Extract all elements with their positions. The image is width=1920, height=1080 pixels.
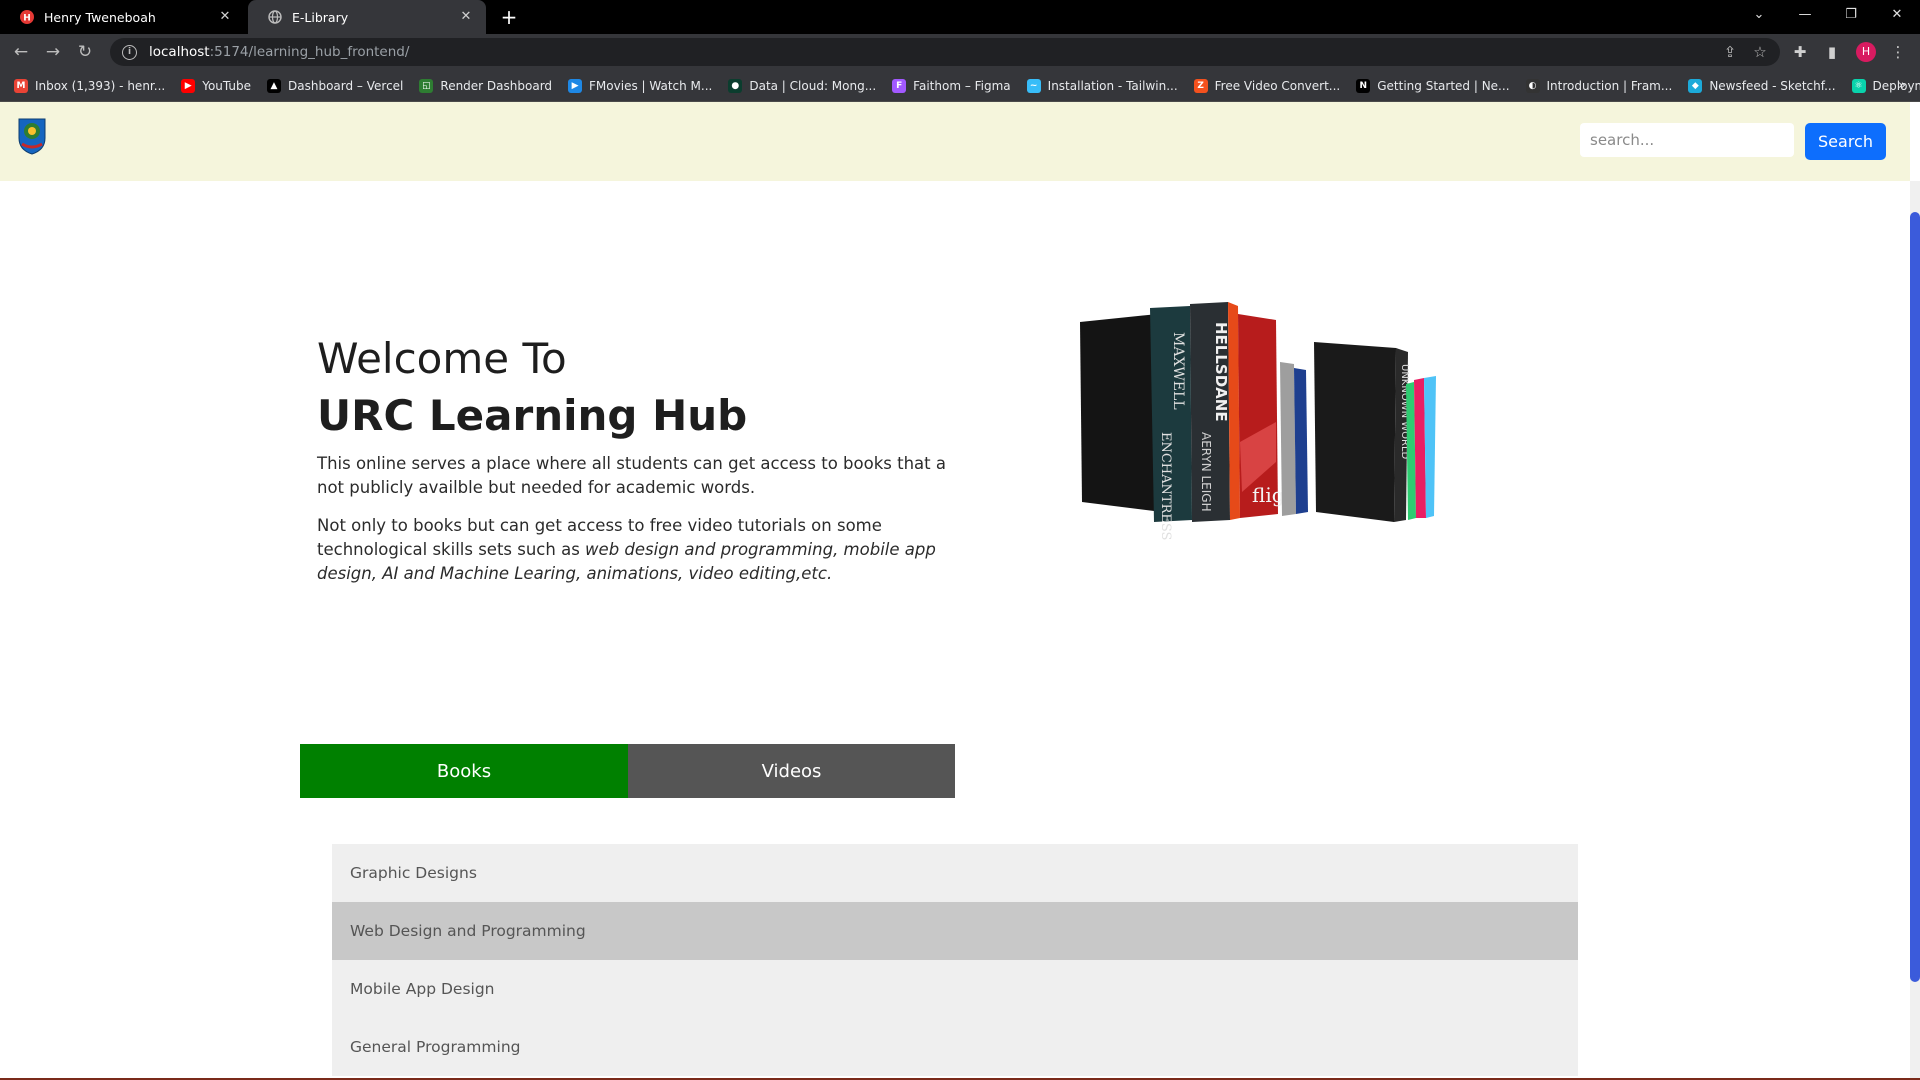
tab-search-icon[interactable]: ⌄ [1736,0,1782,30]
bookmark-label: Deployment | Creat... [1872,78,1920,93]
bookmark-item[interactable]: ~ Installation - Tailwin... [1026,78,1178,93]
bookmark-item[interactable]: ◆ Newsfeed - Sketchf... [1688,78,1836,93]
bookmark-item[interactable]: ⚛ Deployment | Creat... [1851,78,1920,93]
bookmark-label: Newsfeed - Sketchf... [1709,78,1836,93]
bookmark-item[interactable]: ▶ FMovies | Watch M... [568,78,713,93]
search-button[interactable]: Search [1805,123,1886,160]
category-item[interactable]: Mobile App Design [332,960,1578,1018]
fmovies-icon: ▶ [568,78,583,93]
tab-title: Henry Tweneboah [44,9,156,25]
framer-icon: ◐ [1525,78,1540,93]
bookmark-item[interactable]: N Getting Started | Ne... [1356,78,1510,93]
category-item[interactable]: Graphic Designs [332,844,1578,902]
h-badge-icon: H [20,10,34,24]
web-page: Search Welcome To URC Learning Hub This … [0,102,1920,1080]
share-icon[interactable]: ⇪ [1720,42,1740,62]
sketchfab-icon: ◆ [1688,78,1703,93]
render-icon: ◱ [419,78,434,93]
bookmark-item[interactable]: Z Free Video Convert... [1193,78,1341,93]
browser-tab-henry[interactable]: H Henry Tweneboah ✕ [0,0,245,34]
reload-icon[interactable]: ↻ [73,40,97,64]
kebab-menu-icon[interactable]: ⋮ [1888,42,1908,62]
mongodb-icon: ● [728,78,743,93]
svg-text:H: H [23,14,31,24]
back-arrow-icon[interactable]: ← [9,40,33,64]
search-input[interactable] [1580,123,1794,157]
svg-text:HELLSDANE: HELLSDANE [1212,322,1230,422]
nextjs-icon: N [1356,78,1371,93]
globe-icon [268,10,282,24]
category-item[interactable]: General Programming [332,1018,1578,1076]
browser-toolbar: ← → ↻ i localhost:5174/learning_hub_fron… [0,34,1920,70]
profile-avatar[interactable]: H [1856,42,1876,62]
bookmark-item[interactable]: ◱ Render Dashboard [419,78,553,93]
hero-video-description: Not only to books but can get access to … [317,514,947,586]
bookmark-label: Installation - Tailwin... [1047,78,1178,93]
bookmark-label: Free Video Convert... [1214,78,1341,93]
youtube-icon: ▶ [181,78,196,93]
bookmark-label: Render Dashboard [440,78,553,93]
gmail-icon: M [14,78,28,93]
category-list: Graphic Designs Web Design and Programmin… [332,844,1578,1076]
figma-icon: F [892,78,907,93]
bookmark-item[interactable]: M Inbox (1,393) - henr... [14,78,166,93]
page-scrollbar-thumb[interactable] [1910,212,1920,982]
bookmark-label: Faithom – Figma [913,78,1011,93]
close-window-button[interactable]: ✕ [1874,0,1920,30]
book-stack-illustration: MAXWELL ENCHANTRESS HELLSDANE AERYN LEIG… [1080,302,1436,540]
tab-books[interactable]: Books [300,744,628,798]
bookmark-label: Dashboard – Vercel [288,78,404,93]
url-host: localhost [149,44,210,60]
react-icon: ⚛ [1851,78,1866,93]
hero-title: URC Learning Hub [317,391,748,440]
svg-text:AERYN LEIGH: AERYN LEIGH [1199,432,1213,512]
vercel-icon: ▲ [267,78,281,93]
forward-arrow-icon[interactable]: → [41,40,65,64]
url-path: :5174/learning_hub_frontend/ [209,44,410,60]
hero-description: This online serves a place where all stu… [317,454,946,497]
bookmarks-overflow-icon[interactable]: » [1898,78,1906,93]
svg-text:MAXWELL: MAXWELL [1170,332,1186,410]
school-crest-logo[interactable] [16,116,48,156]
category-item[interactable]: Web Design and Programming [332,902,1578,960]
site-info-icon[interactable]: i [122,44,137,60]
address-bar[interactable]: i localhost:5174/learning_hub_frontend/ … [110,38,1780,66]
hero-welcome-heading: Welcome To [317,334,567,383]
minimize-button[interactable]: — [1782,0,1828,30]
bookmark-item[interactable]: ▶ YouTube [181,78,251,93]
tab-title: E-Library [292,9,349,25]
side-panel-icon[interactable]: ▮ [1822,42,1842,62]
browser-tab-elibrary[interactable]: E-Library ✕ [248,0,486,34]
restore-button[interactable]: ❐ [1828,0,1874,30]
close-tab-icon[interactable]: ✕ [458,9,474,25]
bookmark-label: Introduction | Fram... [1546,78,1673,93]
svg-text:ENCHANTRESS: ENCHANTRESS [1158,432,1173,540]
site-header: Search [0,102,1910,181]
bookmarks-bar: M Inbox (1,393) - henr... ▶ YouTube ▲ Dashboa… [0,70,1920,102]
browser-tab-strip: H Henry Tweneboah ✕ E-Library ✕ + ⌄ — ❐ … [0,0,1920,34]
bookmark-item[interactable]: ● Data | Cloud: Mong... [728,78,877,93]
converter-icon: Z [1193,78,1208,93]
tailwind-icon: ~ [1026,78,1041,93]
bookmark-label: Data | Cloud: Mong... [749,78,877,93]
bookmark-label: FMovies | Watch M... [589,78,713,93]
bookmark-item[interactable]: ▲ Dashboard – Vercel [267,78,404,93]
new-tab-button[interactable]: + [497,5,521,29]
bookmark-label: YouTube [202,78,251,93]
bookmark-item[interactable]: ◐ Introduction | Fram... [1525,78,1673,93]
bookmark-item[interactable]: F Faithom – Figma [892,78,1011,93]
bookmark-label: Inbox (1,393) - henr... [35,78,166,93]
bookmark-star-icon[interactable]: ☆ [1750,42,1770,62]
bookmark-label: Getting Started | Ne... [1377,78,1510,93]
close-tab-icon[interactable]: ✕ [217,9,233,25]
tab-videos[interactable]: Videos [628,744,955,798]
extensions-puzzle-icon[interactable]: ✚ [1790,42,1810,62]
